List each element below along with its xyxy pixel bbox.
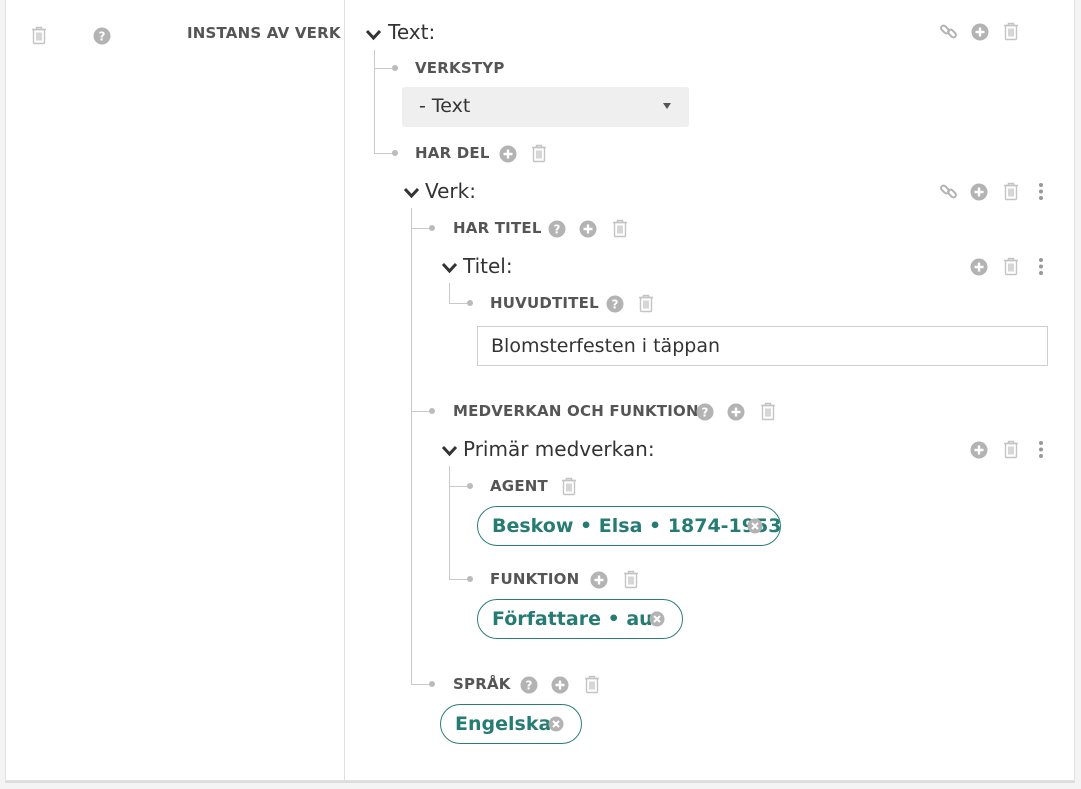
- trash-icon[interactable]: [1003, 182, 1019, 201]
- trash-icon[interactable]: [531, 144, 547, 163]
- help-icon[interactable]: ?: [696, 403, 714, 421]
- tree-node-dot: [429, 225, 435, 231]
- help-icon[interactable]: ?: [93, 27, 111, 45]
- verkstyp-selected-value: - Text: [419, 95, 471, 117]
- trash-icon[interactable]: [561, 477, 577, 496]
- svg-text:?: ?: [99, 30, 106, 44]
- trash-icon[interactable]: [1003, 22, 1019, 41]
- trash-icon[interactable]: [623, 570, 639, 589]
- column-divider: [344, 0, 345, 781]
- huvudtitel-input[interactable]: Blomsterfesten i täppan: [477, 326, 1048, 366]
- chevron-down-icon[interactable]: [365, 29, 382, 41]
- trash-icon[interactable]: [1003, 440, 1019, 459]
- trash-icon[interactable]: [1003, 257, 1019, 276]
- tree-node-dot: [392, 65, 398, 71]
- caret-down-icon: [663, 103, 671, 109]
- more-vertical-icon[interactable]: [1037, 440, 1045, 459]
- funktion-chip[interactable]: Författare • aut: [477, 599, 683, 639]
- more-vertical-icon[interactable]: [1037, 257, 1045, 276]
- remove-icon[interactable]: [649, 611, 665, 627]
- text-block-title: Text:: [388, 20, 436, 44]
- add-icon[interactable]: [551, 676, 569, 694]
- sprak-chip[interactable]: Engelska: [440, 704, 582, 744]
- help-icon[interactable]: ?: [606, 295, 624, 313]
- tree-line: [449, 579, 469, 580]
- svg-text:?: ?: [702, 406, 709, 420]
- add-icon[interactable]: [970, 183, 988, 201]
- help-icon[interactable]: ?: [548, 220, 566, 238]
- tree-line: [411, 411, 431, 412]
- trash-icon[interactable]: [760, 402, 776, 421]
- agent-chip[interactable]: Beskow • Elsa • 1874-1953: [477, 506, 781, 546]
- primar-medverkan-title: Primär medverkan:: [463, 437, 655, 461]
- chevron-down-icon[interactable]: [441, 262, 458, 274]
- har-del-label: HAR DEL: [415, 144, 490, 162]
- trash-icon[interactable]: [31, 26, 47, 45]
- har-titel-label: HAR TITEL: [453, 219, 542, 237]
- tree-line: [374, 50, 375, 154]
- link-icon[interactable]: [939, 182, 958, 201]
- funktion-chip-label: Författare • aut: [492, 608, 662, 630]
- tree-line: [449, 486, 469, 487]
- tree-node-dot: [429, 408, 435, 414]
- svg-text:?: ?: [612, 298, 619, 312]
- help-icon[interactable]: ?: [520, 676, 538, 694]
- tree-node-dot: [467, 300, 473, 306]
- more-vertical-icon[interactable]: [1037, 182, 1045, 201]
- agent-label: AGENT: [490, 477, 548, 495]
- svg-text:?: ?: [554, 223, 561, 237]
- tree-line: [411, 208, 412, 685]
- tree-line: [449, 466, 450, 579]
- link-icon[interactable]: [939, 22, 958, 41]
- tree-line: [374, 68, 394, 69]
- tree-node-dot: [467, 576, 473, 582]
- add-icon[interactable]: [970, 258, 988, 276]
- chevron-down-icon[interactable]: [441, 445, 458, 457]
- remove-icon[interactable]: [548, 716, 564, 732]
- tree-node-dot: [467, 483, 473, 489]
- add-icon[interactable]: [970, 441, 988, 459]
- tree-line: [374, 153, 394, 154]
- tree-node-dot: [429, 681, 435, 687]
- huvudtitel-label: HUVUDTITEL: [490, 294, 599, 312]
- tree-line: [449, 303, 469, 304]
- tree-line: [411, 684, 431, 685]
- titel-title: Titel:: [463, 254, 513, 278]
- agent-chip-label: Beskow • Elsa • 1874-1953: [492, 515, 782, 537]
- tree-node-dot: [392, 150, 398, 156]
- add-icon[interactable]: [590, 571, 608, 589]
- trash-icon[interactable]: [612, 219, 628, 238]
- verk-title: Verk:: [425, 179, 476, 203]
- verkstyp-select[interactable]: - Text: [402, 87, 689, 127]
- tree-line: [411, 228, 431, 229]
- chevron-down-icon[interactable]: [403, 187, 420, 199]
- add-icon[interactable]: [727, 403, 745, 421]
- sprak-label: SPRÅK: [453, 675, 511, 693]
- tree-line: [449, 283, 450, 304]
- instans-av-verk-label: INSTANS AV VERK: [187, 24, 341, 42]
- verkstyp-label: VERKSTYP: [415, 59, 505, 77]
- sprak-chip-label: Engelska: [455, 713, 552, 735]
- remove-icon[interactable]: [747, 518, 763, 534]
- svg-text:?: ?: [526, 679, 533, 693]
- trash-icon[interactable]: [584, 675, 600, 694]
- trash-icon[interactable]: [638, 294, 654, 313]
- add-icon[interactable]: [499, 145, 517, 163]
- medverkan-och-funktion-label: MEDVERKAN OCH FUNKTION: [453, 402, 699, 420]
- add-icon[interactable]: [971, 23, 989, 41]
- funktion-label: FUNKTION: [490, 570, 580, 588]
- add-icon[interactable]: [579, 220, 597, 238]
